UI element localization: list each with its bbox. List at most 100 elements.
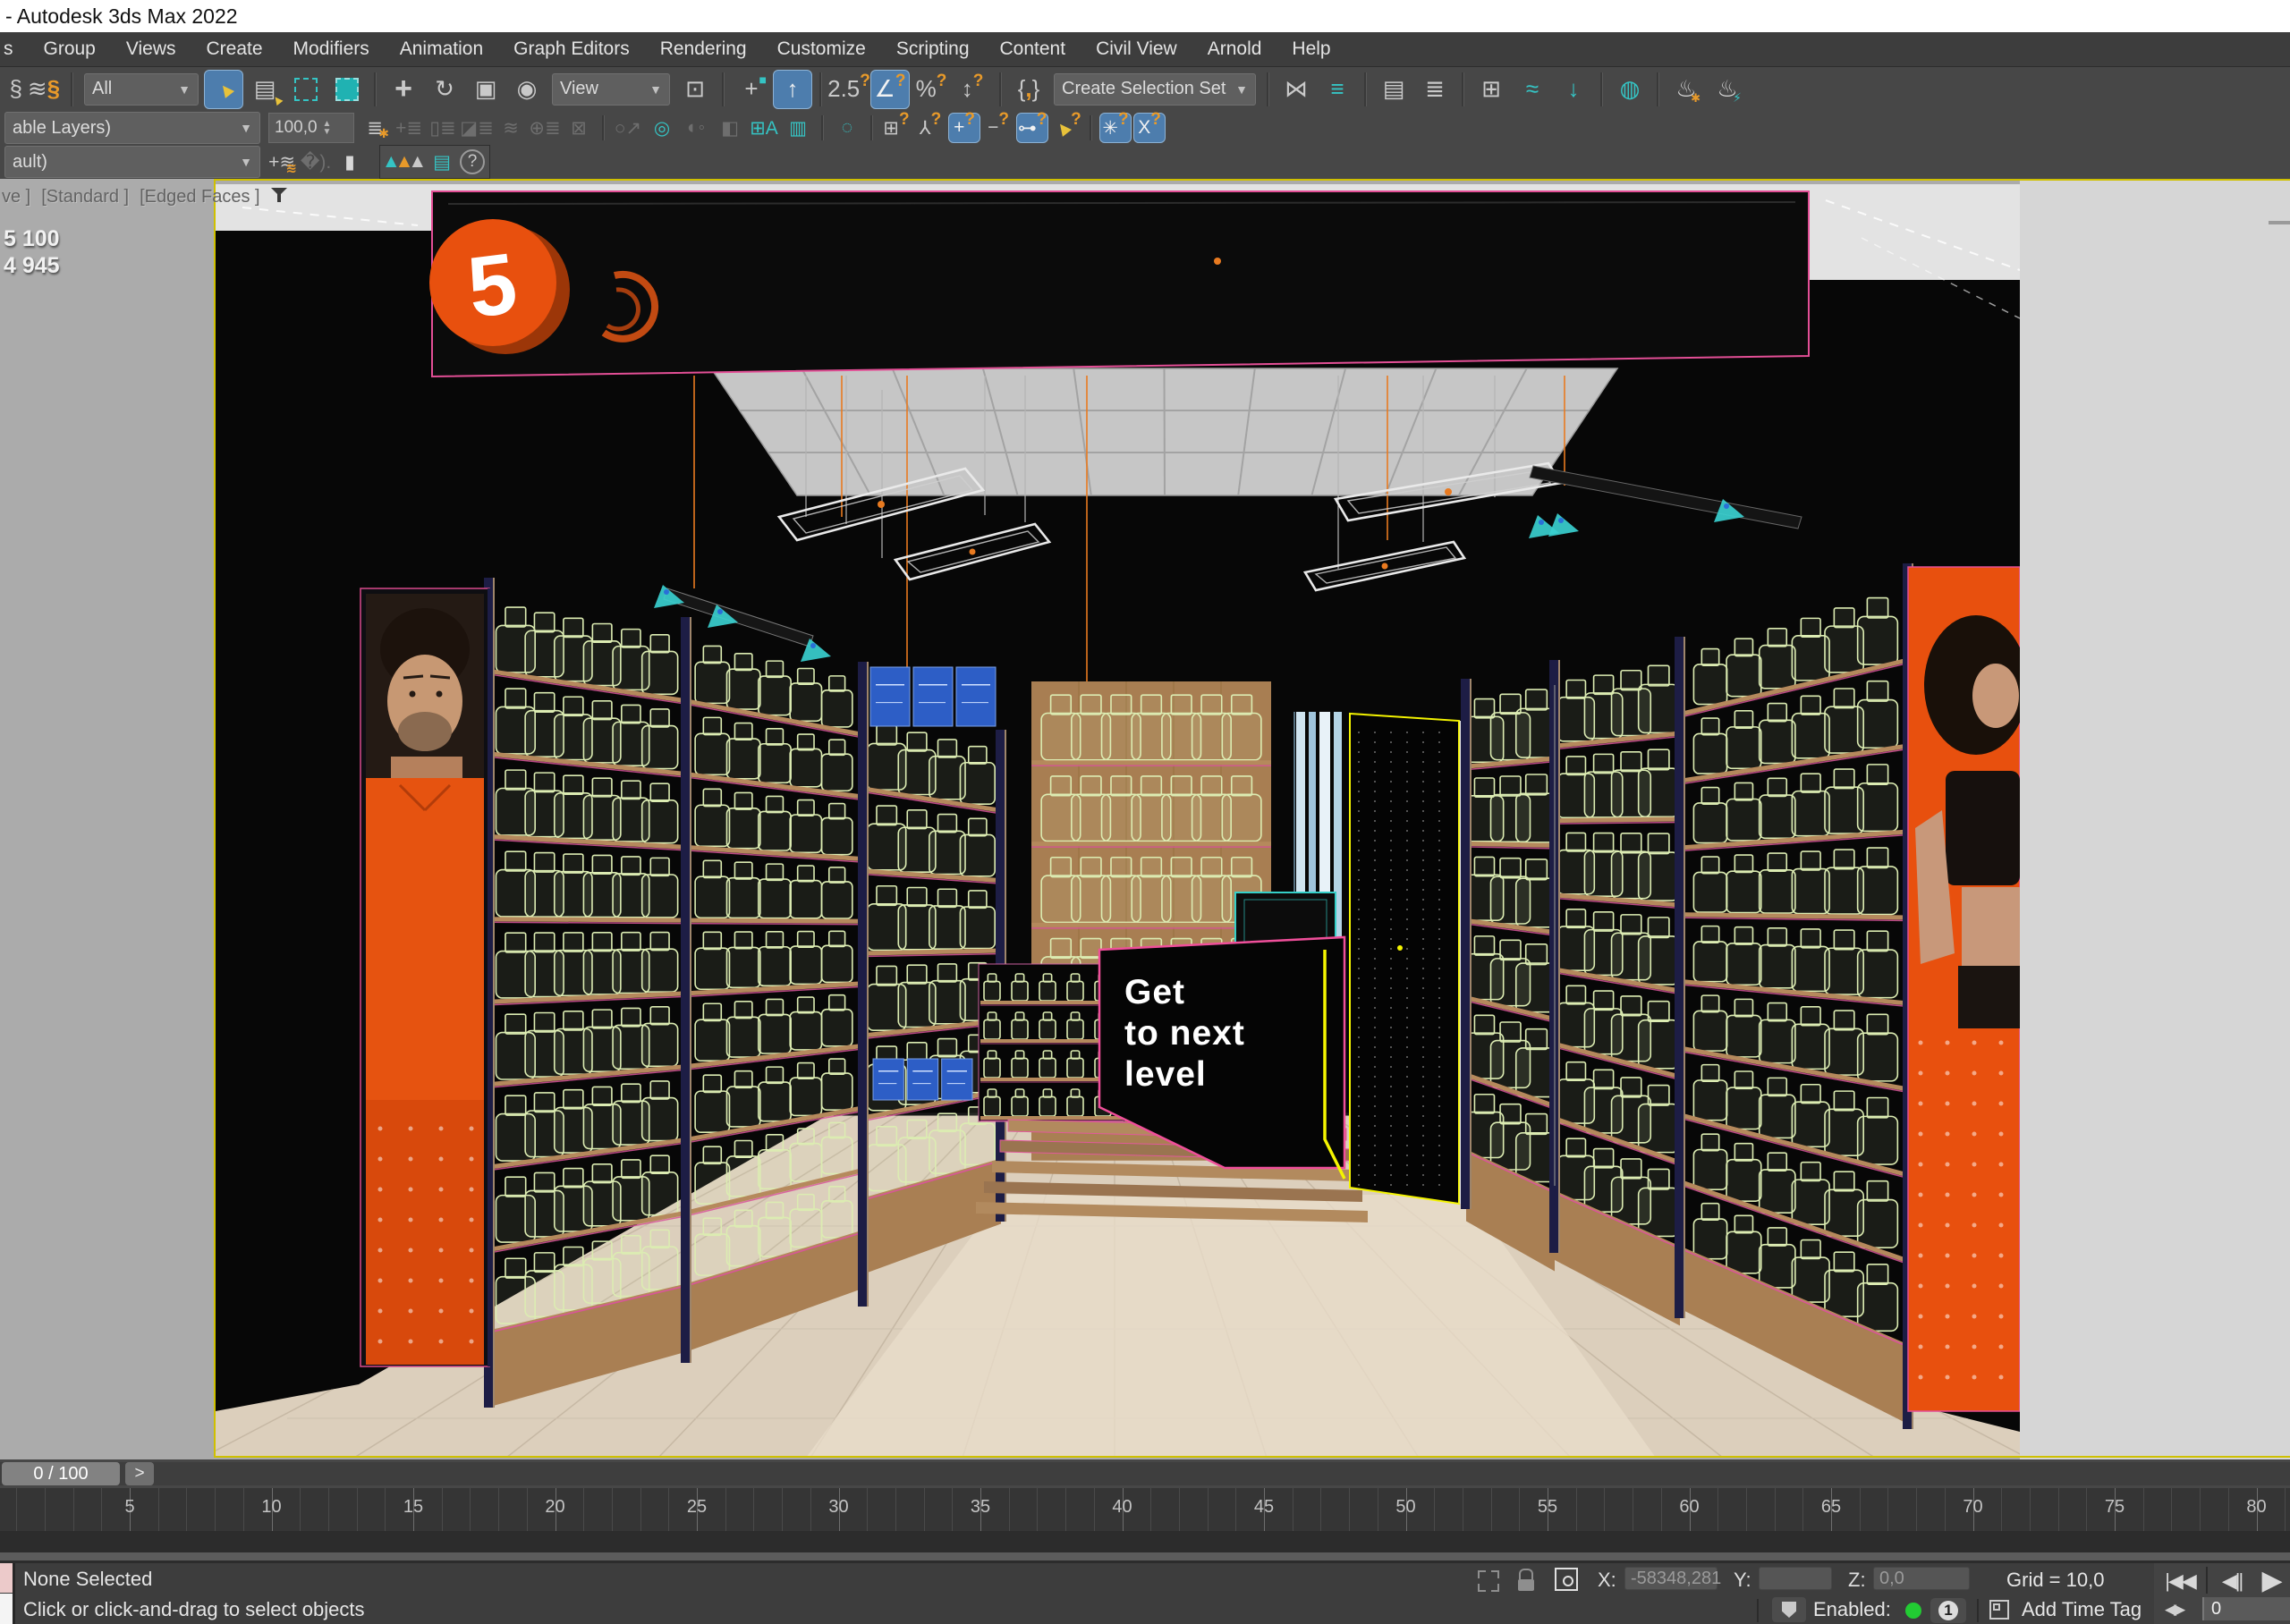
- layer-manager-button[interactable]: ≣✱: [359, 113, 391, 143]
- enabled-count-badge[interactable]: 1: [1930, 1598, 1966, 1623]
- x-coordinate-field[interactable]: -58348,281: [1624, 1567, 1718, 1590]
- track-bar-range[interactable]: [0, 1531, 2290, 1563]
- curve-editor-button[interactable]: ≈: [1513, 70, 1552, 109]
- snap-cursor-button[interactable]: ▲?: [1050, 113, 1082, 143]
- vegetation-trees-icon[interactable]: ▲▲▲: [385, 147, 424, 177]
- spheres-tool-icon[interactable]: ◐◦: [680, 113, 712, 143]
- select-object-button[interactable]: ▲: [204, 70, 243, 109]
- menu-item-customize[interactable]: Customize: [762, 32, 881, 66]
- menu-item-create[interactable]: Create: [191, 32, 278, 66]
- schematic-view-button[interactable]: ⊞: [1472, 70, 1511, 109]
- render-iterative-button[interactable]: ♨⚡: [1708, 70, 1747, 109]
- spinner-arrows-icon[interactable]: ▲▼: [323, 120, 332, 136]
- keyboard-shortcut-override-button[interactable]: ↑: [773, 70, 812, 109]
- material-editor-button[interactable]: ◍: [1610, 70, 1650, 109]
- menu-item-arnold[interactable]: Arnold: [1192, 32, 1277, 66]
- y-coordinate-field[interactable]: [1759, 1567, 1832, 1590]
- render-production-button[interactable]: ♨✱: [1667, 70, 1706, 109]
- toggle-scene-explorer-button[interactable]: ▤: [1374, 70, 1413, 109]
- render-setup-button[interactable]: ↓: [1554, 70, 1593, 109]
- layer-list-dropdown[interactable]: able Layers)▼: [4, 112, 260, 144]
- inherit-container-button[interactable]: �).: [300, 147, 332, 177]
- soft-selection-icon[interactable]: ◌: [831, 113, 863, 143]
- maxscript-mini-listener-pink[interactable]: [0, 1563, 13, 1593]
- select-and-rotate-button[interactable]: ↻: [425, 70, 464, 109]
- align-button[interactable]: ≡: [1318, 70, 1357, 109]
- delete-layer-button[interactable]: ▯≣: [427, 113, 459, 143]
- time-slider-track[interactable]: [0, 1462, 2290, 1485]
- play-button[interactable]: ▶: [2254, 1567, 2288, 1594]
- paint-select-icon[interactable]: ◧: [714, 113, 746, 143]
- add-selection-to-layer-button[interactable]: ◪≣: [461, 113, 493, 143]
- viewport-filter-icon[interactable]: [271, 188, 289, 204]
- local-content-icon[interactable]: ▮: [334, 147, 366, 177]
- spinner-snap-toggle-button[interactable]: ↕?: [953, 70, 992, 109]
- help-icon[interactable]: ?: [460, 149, 485, 174]
- time-slider-handle[interactable]: 0 / 100: [2, 1462, 120, 1485]
- viewport-shading-label[interactable]: [Edged Faces ]: [140, 187, 260, 207]
- viewport-zone[interactable]: 5Getto nextlevel ve ][Standard ][Edged F…: [0, 179, 2290, 1459]
- go-to-start-button[interactable]: |◀◀: [2159, 1569, 2201, 1594]
- select-and-move-button[interactable]: +: [384, 70, 423, 109]
- mirror-button[interactable]: ⋈: [1276, 70, 1316, 109]
- select-and-scale-button[interactable]: ▣: [466, 70, 505, 109]
- menu-item-animation[interactable]: Animation: [385, 32, 498, 66]
- use-pivot-point-center-button[interactable]: ⊡: [675, 70, 715, 109]
- select-and-link-icon[interactable]: §: [1, 70, 22, 109]
- menu-item-views[interactable]: Views: [111, 32, 191, 66]
- select-by-name-button[interactable]: ▤▲: [245, 70, 284, 109]
- reference-coordinate-dropdown[interactable]: View▼: [552, 73, 670, 106]
- use-selection-center-icon[interactable]: ◎: [646, 113, 678, 143]
- menu-item-civil-view[interactable]: Civil View: [1081, 32, 1192, 66]
- snaps-toggle-button[interactable]: 2.5?: [829, 70, 869, 109]
- named-selection-sets-dropdown[interactable]: Create Selection Set▼: [1054, 73, 1256, 106]
- range-band[interactable]: [0, 1552, 2290, 1561]
- percent-snap-toggle-button[interactable]: %?: [912, 70, 951, 109]
- snap-pivot-icon[interactable]: ⅄?: [914, 113, 946, 143]
- container-dropdown[interactable]: ault)▼: [4, 146, 260, 178]
- menu-item-scripting[interactable]: Scripting: [881, 32, 985, 66]
- bind-to-space-warp-icon[interactable]: ≋§: [24, 70, 64, 109]
- frame-spinner-arrows[interactable]: ◀▶: [2165, 1601, 2183, 1619]
- report-document-icon[interactable]: ▤: [426, 147, 458, 177]
- grid-align-icon[interactable]: ⊞A: [748, 113, 780, 143]
- security-shield-button[interactable]: [1772, 1597, 1806, 1622]
- z-coordinate-field[interactable]: 0,0: [1873, 1567, 1970, 1590]
- snap-vertex-button[interactable]: +?: [948, 113, 980, 143]
- window-crossing-toggle-button[interactable]: [327, 70, 367, 109]
- snaps-freeze-button[interactable]: ✳?: [1099, 113, 1132, 143]
- previous-frame-button[interactable]: ◀||: [2211, 1569, 2252, 1594]
- menu-item-content[interactable]: Content: [985, 32, 1081, 66]
- selection-region-icon[interactable]: [1478, 1570, 1499, 1592]
- next-frame-button[interactable]: >: [125, 1462, 154, 1485]
- absolute-mode-transform-icon[interactable]: [1555, 1568, 1578, 1591]
- layer-weight-field[interactable]: 100,0▲▼: [268, 113, 354, 143]
- menu-item-group[interactable]: Group: [29, 32, 111, 66]
- create-container-button[interactable]: +≋≋: [266, 147, 298, 177]
- menu-item-s[interactable]: s: [0, 32, 29, 66]
- menu-item-rendering[interactable]: Rendering: [645, 32, 762, 66]
- set-current-layer-button[interactable]: ⊕≣: [529, 113, 561, 143]
- perspective-viewport[interactable]: 5Getto nextlevel: [216, 184, 2020, 1458]
- viewport-renderer-label[interactable]: [Standard ]: [41, 187, 129, 207]
- edit-named-selection-sets-button[interactable]: {,}: [1009, 70, 1048, 109]
- create-layer-button[interactable]: +≣: [393, 113, 425, 143]
- viewport-label[interactable]: ve ][Standard ][Edged Faces ]: [2, 186, 300, 207]
- snap-midpoint-button[interactable]: ⊶?: [1016, 113, 1048, 143]
- selection-filter-dropdown[interactable]: All▼: [84, 73, 199, 106]
- select-objects-in-layer-button[interactable]: ≋: [495, 113, 527, 143]
- snap-grid-points-icon[interactable]: ⊞?: [880, 113, 912, 143]
- snap-edge-button[interactable]: −?: [982, 113, 1014, 143]
- menu-item-graph-editors[interactable]: Graph Editors: [498, 32, 645, 66]
- current-frame-field[interactable]: 0: [2202, 1597, 2290, 1620]
- select-and-place-button[interactable]: ◉: [507, 70, 547, 109]
- mini-listener-splitter[interactable]: [13, 1563, 15, 1624]
- track-bar[interactable]: 5101520253035404550556065707580: [0, 1488, 2290, 1531]
- toggle-layer-explorer-button[interactable]: ≣: [1415, 70, 1455, 109]
- selection-lock-icon[interactable]: [1517, 1569, 1535, 1592]
- menu-item-modifiers[interactable]: Modifiers: [278, 32, 385, 66]
- viewport-background-right[interactable]: [2020, 179, 2290, 1459]
- transform-gizmo-icon[interactable]: ○↗: [612, 113, 644, 143]
- measure-tool-icon[interactable]: ▥: [782, 113, 814, 143]
- select-and-manipulate-button[interactable]: +■: [732, 70, 771, 109]
